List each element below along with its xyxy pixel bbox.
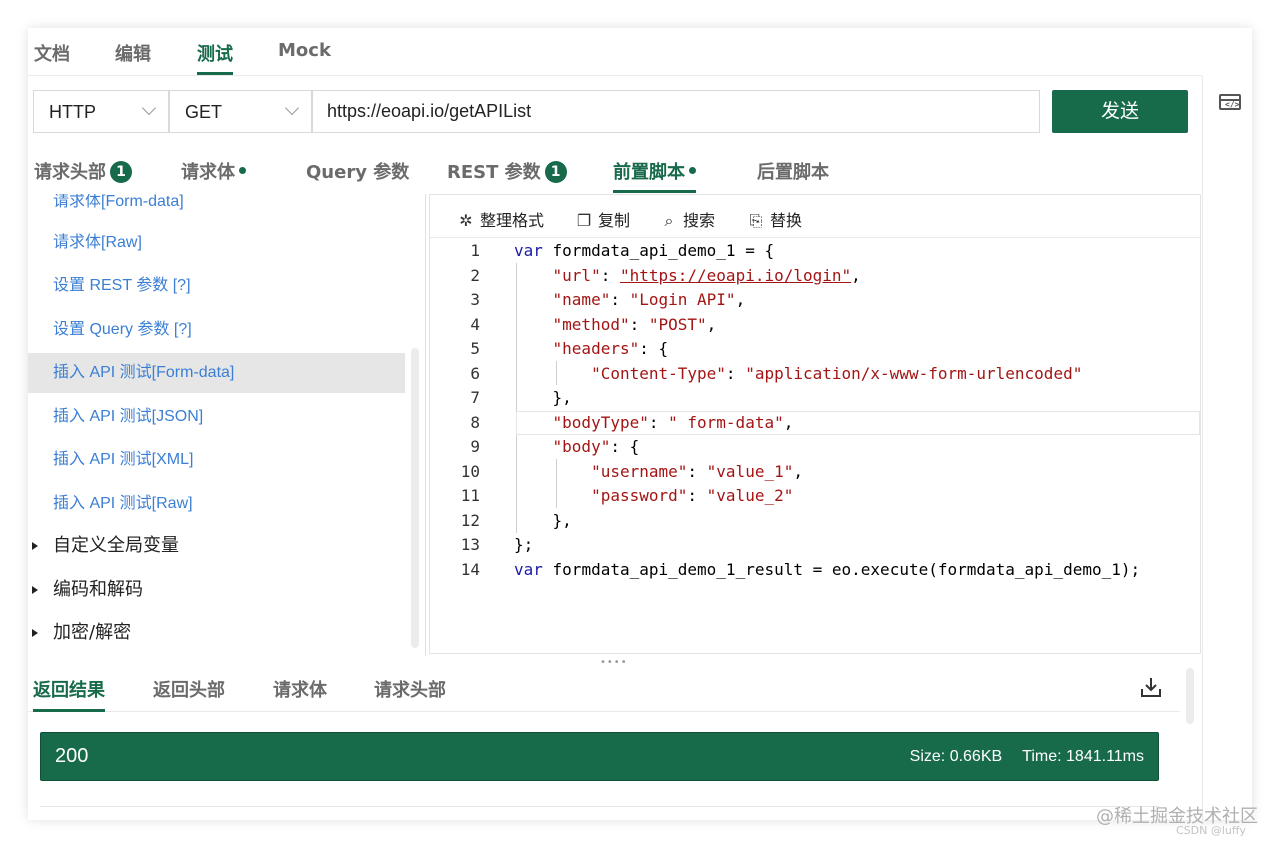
right-side-panel: </> xyxy=(1202,76,1252,820)
response-size: Size: 0.66KB xyxy=(909,748,1003,765)
watermark-sub: CSDN @luffy xyxy=(1176,824,1246,837)
snippet-item[interactable]: 设置 REST 参数 [?] xyxy=(28,266,405,306)
snippet-item-selected[interactable]: 插入 API 测试[Form-data] xyxy=(28,353,405,393)
tab-edit[interactable]: 编辑 xyxy=(115,40,151,66)
code-line-current: 8 "bodyType": " form-data", xyxy=(430,410,1200,436)
modified-dot-icon xyxy=(239,167,246,174)
chevron-down-icon xyxy=(141,100,157,116)
snippet-item[interactable]: 设置 Query 参数 [?] xyxy=(28,310,405,350)
code-line: 7 }, xyxy=(470,388,572,407)
count-badge: 1 xyxy=(110,161,132,183)
snippet-item[interactable]: 插入 API 测试[XML] xyxy=(28,440,405,480)
copy-icon: ❐ xyxy=(576,211,592,230)
tab-label: 请求体 xyxy=(181,162,235,183)
caret-right-icon xyxy=(32,629,38,637)
tab-response-headers[interactable]: 返回头部 xyxy=(153,676,225,702)
snippet-group[interactable]: 编码和解码 xyxy=(28,570,143,610)
download-icon[interactable] xyxy=(1140,676,1162,698)
search-button[interactable]: ⌕ 搜索 xyxy=(661,207,716,231)
copy-label: 复制 xyxy=(598,211,631,230)
code-line: 14 var formdata_api_demo_1_result = eo.ex… xyxy=(460,559,1141,579)
code-line: 13}; xyxy=(460,535,534,554)
protocol-select[interactable]: HTTP xyxy=(33,90,169,133)
format-button[interactable]: ✲ 整理格式 xyxy=(458,207,544,231)
search-icon: ⌕ xyxy=(664,211,674,230)
tab-request-headers[interactable]: 请求头部 1 xyxy=(34,158,132,184)
copy-button[interactable]: ❐ 复制 xyxy=(576,207,630,231)
replace-icon: ⎘ xyxy=(749,211,763,230)
code-area[interactable]: 1 var formdata_api_demo_1 = { 2 "url": "h… xyxy=(430,239,1200,582)
snippet-group[interactable]: 自定义全局变量 xyxy=(28,526,179,566)
code-line: 2 "url": "https://eoapi.io/login", xyxy=(470,265,861,285)
request-sub-tabs: 请求头部 1 请求体 Query 参数 REST 参数 1 前置脚本 后置脚本 xyxy=(28,150,1202,194)
code-line: 5 "headers": { xyxy=(470,339,669,358)
tab-request-body-sent[interactable]: 请求体 xyxy=(273,676,327,702)
code-line: 4 "method": "POST", xyxy=(470,314,717,334)
response-tab-bar: 返回结果 返回头部 请求体 请求头部 xyxy=(28,664,1180,712)
snippet-group[interactable]: 加密/解密 xyxy=(28,613,131,653)
panel-divider xyxy=(425,194,426,656)
snippet-scrollbar[interactable] xyxy=(411,348,419,648)
code-view-icon[interactable]: </> xyxy=(1219,94,1241,110)
snippet-item[interactable]: 请求体[Raw] xyxy=(28,223,405,263)
top-tab-bar: 文档 编辑 测试 Mock xyxy=(28,28,1202,76)
snippet-item[interactable]: 插入 API 测试[Raw] xyxy=(28,484,405,524)
divider xyxy=(40,806,1159,807)
response-meta: Size: 0.66KB Time: 1841.11ms xyxy=(890,748,1144,766)
tab-label: 请求头部 xyxy=(34,162,106,183)
send-button[interactable]: 发送 xyxy=(1052,90,1188,133)
group-label: 编码和解码 xyxy=(53,579,143,600)
tab-rest-params[interactable]: REST 参数 1 xyxy=(447,158,567,184)
status-code: 200 xyxy=(55,745,89,767)
protocol-value: HTTP xyxy=(49,102,96,122)
group-label: 加密/解密 xyxy=(53,622,132,643)
script-editor[interactable]: ✲ 整理格式 ❐ 复制 ⌕ 搜索 ⎘ 替换 1 var formdata_api_demo… xyxy=(429,194,1201,654)
tab-response-body[interactable]: 返回结果 xyxy=(33,676,105,712)
caret-right-icon xyxy=(32,542,38,550)
tab-mock[interactable]: Mock xyxy=(278,40,331,61)
editor-toolbar: ✲ 整理格式 ❐ 复制 ⌕ 搜索 ⎘ 替换 xyxy=(430,195,1200,238)
caret-right-icon xyxy=(32,586,38,594)
code-line: 10 "username": "value_1", xyxy=(460,461,803,481)
code-line: 3 "name": "Login API", xyxy=(470,290,746,309)
url-input[interactable]: https://eoapi.io/getAPIList xyxy=(312,90,1040,133)
method-value: GET xyxy=(185,102,223,122)
snippet-list: 请求体[Form-data] 请求体[Raw] 设置 REST 参数 [?] 设… xyxy=(28,194,405,656)
api-test-window: 文档 编辑 测试 Mock </> HTTP GET https://eoapi… xyxy=(28,28,1252,820)
replace-label: 替换 xyxy=(770,211,803,230)
tab-post-script[interactable]: 后置脚本 xyxy=(757,158,829,184)
tab-request-body[interactable]: 请求体 xyxy=(181,158,246,184)
count-badge: 1 xyxy=(544,161,567,183)
code-line: 12 }, xyxy=(460,510,572,530)
code-line: 9 "body": { xyxy=(470,437,640,456)
snippet-item[interactable]: 请求体[Form-data] xyxy=(28,194,405,222)
tab-label: 前置脚本 xyxy=(613,162,685,183)
tab-test[interactable]: 测试 xyxy=(197,40,233,75)
group-label: 自定义全局变量 xyxy=(53,535,179,556)
response-time: Time: 1841.11ms xyxy=(1022,748,1144,765)
response-status-bar: 200 Size: 0.66KB Time: 1841.11ms xyxy=(40,732,1159,781)
magic-wand-icon: ✲ xyxy=(459,211,473,230)
format-label: 整理格式 xyxy=(480,211,545,230)
search-label: 搜索 xyxy=(683,211,716,230)
tab-query-params[interactable]: Query 参数 xyxy=(306,158,409,184)
tab-request-headers-sent[interactable]: 请求头部 xyxy=(374,676,446,702)
chevron-down-icon xyxy=(284,100,300,116)
code-line: 1 var formdata_api_demo_1 = { xyxy=(470,241,775,260)
code-line: 6 "Content-Type": "application/x-www-for… xyxy=(470,363,1083,383)
response-scrollbar[interactable] xyxy=(1186,668,1194,724)
tab-label: REST 参数 xyxy=(447,162,541,183)
tab-docs[interactable]: 文档 xyxy=(34,40,70,66)
code-line: 11 "password": "value_2" xyxy=(460,486,794,505)
method-select[interactable]: GET xyxy=(169,90,312,133)
snippet-item[interactable]: 插入 API 测试[JSON] xyxy=(28,397,405,437)
replace-button[interactable]: ⎘ 替换 xyxy=(748,207,802,231)
tab-pre-script[interactable]: 前置脚本 xyxy=(613,158,696,193)
modified-dot-icon xyxy=(689,167,696,174)
